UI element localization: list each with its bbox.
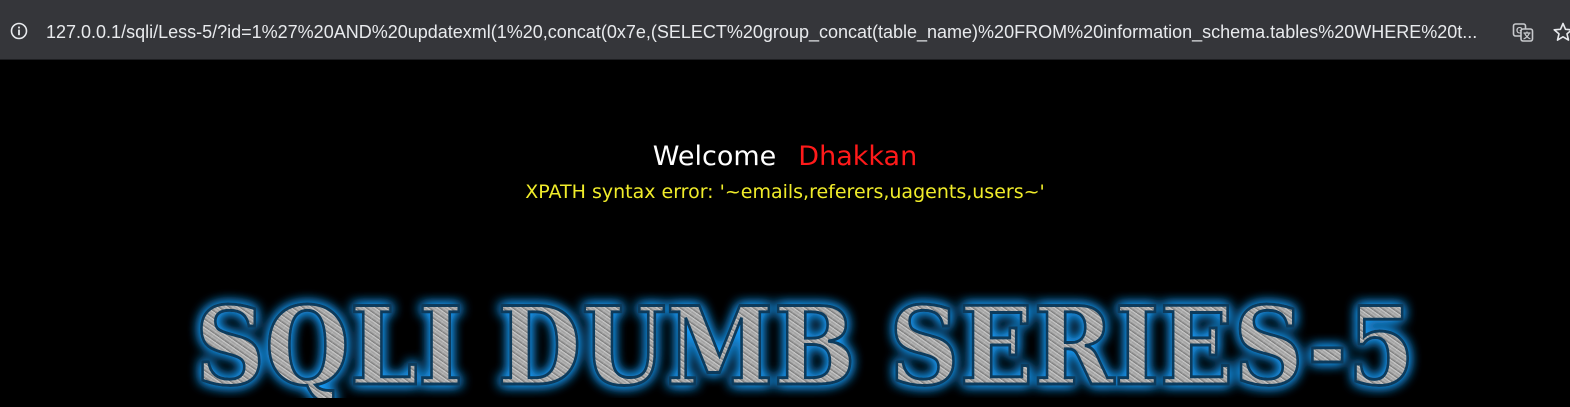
url-text[interactable]: 127.0.0.1/sqli/Less-5/?id=1%27%20AND%20u… [46, 19, 1501, 45]
banner-title: SQLI DUMB SERIES-5 [194, 288, 1417, 398]
error-message: XPATH syntax error: '~emails,referers,ua… [525, 181, 1045, 203]
page-content: Welcome Dhakkan XPATH syntax error: '~ema… [0, 60, 1570, 407]
banner-text: SQLI DUMB SERIES-5 [195, 288, 1415, 398]
welcome-label: Welcome [652, 141, 777, 172]
user-name: Dhakkan [798, 141, 918, 172]
translate-icon[interactable]: G [1512, 21, 1534, 43]
info-icon[interactable] [10, 22, 28, 40]
browser-address-bar[interactable]: 127.0.0.1/sqli/Less-5/?id=1%27%20AND%20u… [0, 0, 1570, 60]
star-icon[interactable] [1552, 21, 1570, 43]
welcome-line: Welcome Dhakkan [0, 140, 1570, 174]
